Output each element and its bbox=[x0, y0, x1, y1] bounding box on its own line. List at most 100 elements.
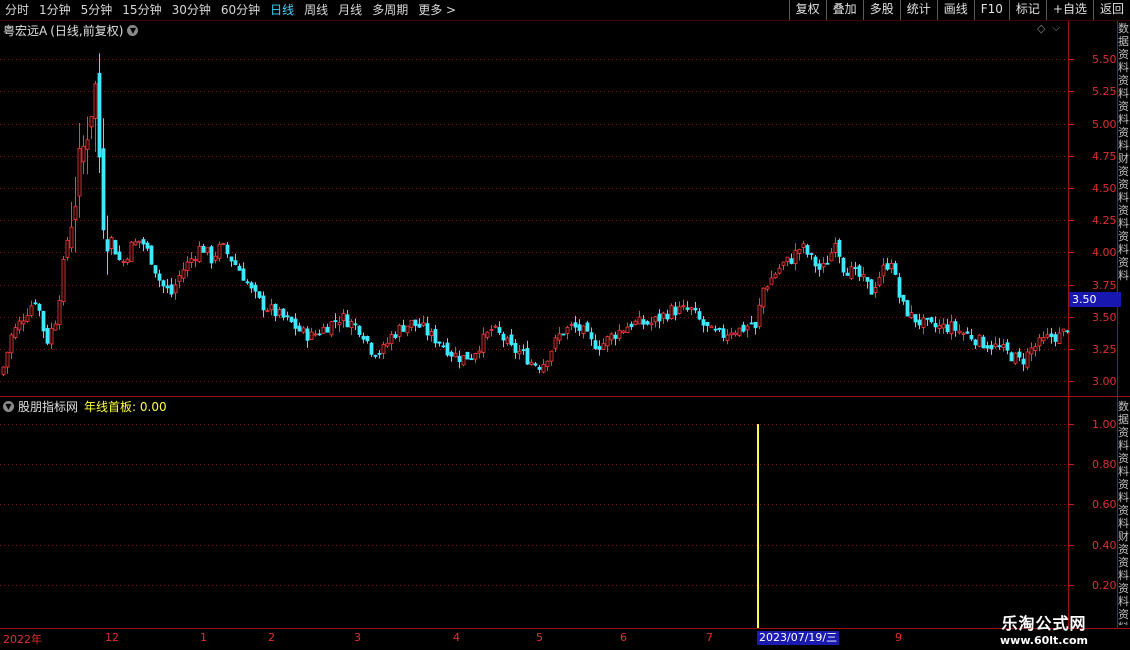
candle-body bbox=[189, 258, 194, 263]
candle-body bbox=[649, 322, 654, 326]
candle bbox=[253, 282, 258, 299]
candle bbox=[985, 341, 990, 353]
candle bbox=[317, 329, 322, 336]
candle bbox=[761, 287, 766, 314]
candle-body bbox=[489, 329, 494, 331]
candle bbox=[737, 327, 742, 337]
chevron-down-icon[interactable]: ▼ bbox=[3, 401, 14, 412]
chevron-down-small-icon[interactable]: ⌵ bbox=[1052, 21, 1060, 35]
candle-body bbox=[1057, 332, 1062, 344]
candle-body bbox=[429, 330, 434, 336]
candle-body bbox=[281, 308, 286, 318]
candle bbox=[157, 269, 162, 288]
draw-line-button[interactable]: 画线 bbox=[936, 0, 974, 20]
candle-body bbox=[709, 325, 714, 329]
candle bbox=[765, 285, 770, 292]
candle bbox=[889, 259, 894, 273]
candle bbox=[49, 322, 54, 349]
candle-body bbox=[985, 345, 990, 349]
candle-body bbox=[261, 295, 266, 311]
candle bbox=[981, 334, 986, 349]
kline-chart[interactable] bbox=[0, 0, 1130, 650]
candle bbox=[169, 278, 174, 298]
candle-body bbox=[573, 322, 578, 328]
candle bbox=[925, 317, 930, 326]
diamond-icon[interactable]: ◇ bbox=[1037, 22, 1045, 35]
candle bbox=[193, 255, 198, 268]
chevron-down-icon[interactable]: ▼ bbox=[127, 25, 139, 36]
candle-body bbox=[877, 277, 882, 286]
candle bbox=[793, 243, 798, 271]
overlay-button[interactable]: 叠加 bbox=[825, 0, 863, 20]
candle-body bbox=[345, 314, 350, 328]
candle bbox=[473, 352, 478, 363]
candle-body bbox=[729, 332, 734, 336]
mark-button[interactable]: 标记 bbox=[1008, 0, 1046, 20]
candle-body bbox=[661, 312, 666, 319]
tab-period-6[interactable]: 60分钟 bbox=[216, 0, 265, 20]
candle bbox=[9, 332, 14, 359]
tab-period-5[interactable]: 30分钟 bbox=[167, 0, 216, 20]
candle bbox=[589, 327, 594, 346]
indicator-tick-label: 0.20 bbox=[1092, 578, 1117, 592]
tab-period-4[interactable]: 15分钟 bbox=[117, 0, 166, 20]
add-watchlist-button[interactable]: +自选 bbox=[1045, 0, 1093, 20]
candle bbox=[777, 264, 782, 275]
candle bbox=[1029, 342, 1034, 362]
candle bbox=[1009, 351, 1014, 362]
candle bbox=[241, 262, 246, 281]
candle bbox=[881, 258, 886, 284]
tab-period-monthly[interactable]: 月线 bbox=[333, 0, 367, 20]
candle bbox=[149, 245, 154, 265]
candle bbox=[265, 308, 270, 313]
candle-body bbox=[197, 246, 202, 263]
candle bbox=[33, 299, 38, 305]
watermark-title: 乐淘公式网 bbox=[1001, 614, 1087, 633]
tab-multi-period[interactable]: 多周期 bbox=[367, 0, 413, 20]
candle-body bbox=[861, 273, 866, 278]
candle-body bbox=[869, 279, 874, 295]
candle-body bbox=[357, 325, 362, 336]
multi-stock-button[interactable]: 多股 bbox=[862, 0, 900, 20]
candle bbox=[961, 331, 966, 341]
candle-body bbox=[1041, 337, 1046, 342]
candle bbox=[185, 256, 190, 277]
candle bbox=[697, 308, 702, 321]
tab-period-daily[interactable]: 日线 bbox=[265, 0, 299, 20]
candle bbox=[609, 332, 614, 345]
f10-button[interactable]: F10 bbox=[973, 0, 1009, 20]
candle bbox=[957, 324, 962, 335]
toolbar-buttons: 复权 叠加 多股 统计 画线 F10 标记 +自选 返回 bbox=[788, 0, 1130, 20]
candle bbox=[21, 313, 26, 332]
candle-body bbox=[89, 116, 94, 128]
adjust-button[interactable]: 复权 bbox=[788, 0, 826, 20]
tab-period-1[interactable]: 分时 bbox=[0, 0, 34, 20]
candle bbox=[269, 298, 274, 316]
candle-body bbox=[141, 239, 146, 245]
candle-body bbox=[465, 351, 470, 360]
candle bbox=[561, 333, 566, 336]
candle bbox=[797, 248, 802, 261]
candle bbox=[885, 257, 890, 271]
statistics-button[interactable]: 统计 bbox=[899, 0, 937, 20]
candle bbox=[1045, 327, 1050, 340]
tab-period-2[interactable]: 1分钟 bbox=[34, 0, 76, 20]
tab-more[interactable]: 更多 > bbox=[413, 0, 461, 20]
candle-body bbox=[817, 263, 822, 270]
back-button[interactable]: 返回 bbox=[1092, 0, 1130, 20]
candle-body bbox=[225, 244, 230, 255]
candle bbox=[281, 308, 286, 321]
candle bbox=[1053, 331, 1058, 347]
candle bbox=[853, 262, 858, 276]
candle bbox=[869, 278, 874, 295]
candle bbox=[445, 338, 450, 357]
tab-period-weekly[interactable]: 周线 bbox=[299, 0, 333, 20]
tab-period-3[interactable]: 5分钟 bbox=[76, 0, 118, 20]
candle bbox=[597, 340, 602, 356]
candle bbox=[221, 242, 226, 246]
candle-body bbox=[797, 249, 802, 254]
candle bbox=[913, 314, 918, 328]
y-tick-label: 4.75 bbox=[1092, 149, 1117, 163]
candle-body bbox=[933, 322, 938, 328]
candle bbox=[469, 353, 474, 361]
